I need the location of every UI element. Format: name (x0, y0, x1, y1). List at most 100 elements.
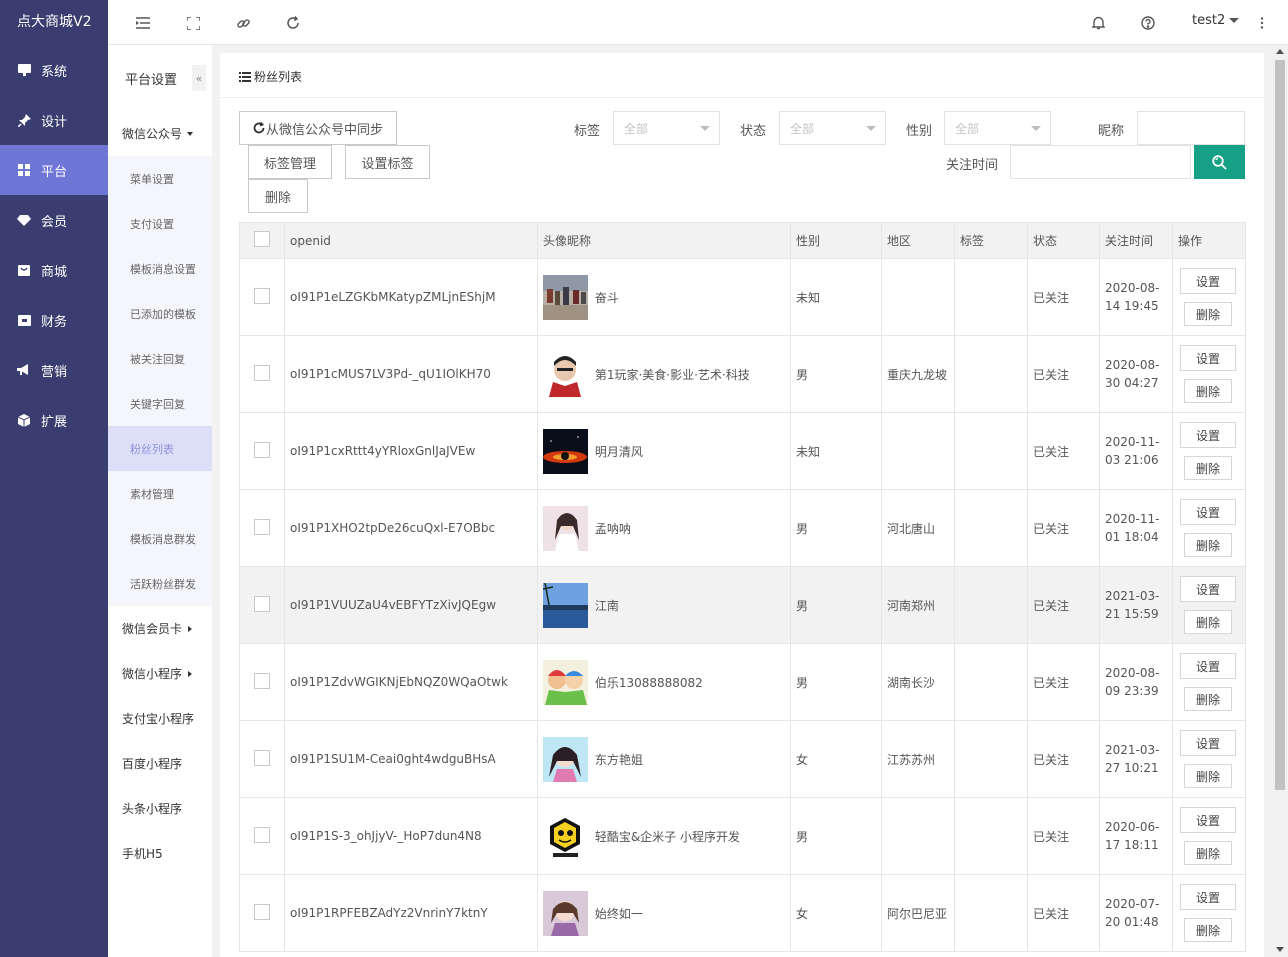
scrollbar-thumb[interactable] (1275, 60, 1285, 790)
fullscreen-icon[interactable] (184, 14, 202, 32)
group-wechat-mp[interactable]: 微信公众号 (108, 111, 212, 156)
row-checkbox[interactable] (254, 287, 270, 304)
row-delete-button[interactable]: 删除 (1184, 456, 1232, 480)
batch-delete-button[interactable]: 删除 (248, 179, 308, 213)
row-set-button[interactable]: 设置 (1180, 576, 1236, 602)
nav-item-shop[interactable]: 商城 (0, 245, 108, 295)
search-button[interactable] (1194, 145, 1245, 179)
row-set-button[interactable]: 设置 (1180, 807, 1236, 833)
set-tag-button[interactable]: 设置标签 (345, 145, 430, 179)
nav-item-extension[interactable]: 扩展 (0, 395, 108, 445)
group-alipay[interactable]: 支付宝小程序 (108, 696, 212, 741)
nickname: 轻酷宝&企米子 小程序开发 (594, 829, 741, 844)
menu-toggle-icon[interactable] (134, 14, 152, 32)
row-delete-button[interactable]: 删除 (1184, 918, 1232, 942)
group-baidu[interactable]: 百度小程序 (108, 741, 212, 786)
group-mini-program[interactable]: 微信小程序 (108, 651, 212, 696)
gender-filter-select[interactable]: 全部 (944, 111, 1051, 145)
row-set-button[interactable]: 设置 (1180, 422, 1236, 448)
row-set-button[interactable]: 设置 (1180, 884, 1236, 910)
sub-item-materials[interactable]: 素材管理 (108, 471, 212, 516)
sub-item-template-settings[interactable]: 模板消息设置 (108, 246, 212, 291)
avatar-nickname-cell: 奋斗 (537, 258, 791, 336)
scroll-down-arrow-icon[interactable] (1276, 947, 1284, 952)
nav-item-label: 设计 (41, 114, 68, 130)
sub-item-template-broadcast[interactable]: 模板消息群发 (108, 516, 212, 561)
tag-cell (954, 797, 1028, 875)
actions-cell: 设置 删除 (1172, 489, 1246, 567)
bell-icon[interactable] (1089, 14, 1107, 32)
gender-cell: 女 (790, 874, 882, 952)
sub-item-added-templates[interactable]: 已添加的模板 (108, 291, 212, 336)
col-follow-time: 关注时间 (1099, 222, 1173, 259)
row-set-button[interactable]: 设置 (1180, 499, 1236, 525)
caret-right-icon (188, 625, 193, 632)
row-checkbox[interactable] (254, 595, 270, 612)
nav-item-member[interactable]: 会员 (0, 195, 108, 245)
refresh-icon[interactable] (284, 14, 302, 32)
row-checkbox[interactable] (254, 441, 270, 458)
gender-cell: 男 (790, 335, 882, 413)
avatar (543, 582, 588, 628)
row-delete-button[interactable]: 删除 (1184, 687, 1232, 711)
status-cell: 已关注 (1027, 489, 1100, 567)
row-checkbox[interactable] (254, 364, 270, 381)
main-sidebar: 点大商城V2 系统 设计 平台 会员 商城 财务 营销 扩展 (0, 0, 108, 957)
follow-time-filter-label: 关注时间 (946, 158, 999, 173)
collapse-icon[interactable]: « (192, 65, 206, 91)
col-avatar-nickname: 头像昵称 (537, 222, 791, 259)
row-set-button[interactable]: 设置 (1180, 345, 1236, 371)
group-toutiao[interactable]: 头条小程序 (108, 786, 212, 831)
table-row: oI91P1cMUS7LV3Pd-_qU1IOlKH70 第1玩家·美食·影业·… (239, 335, 1246, 413)
group-member-card[interactable]: 微信会员卡 (108, 606, 212, 651)
row-checkbox[interactable] (254, 903, 270, 920)
gender-cell: 女 (790, 720, 882, 798)
more-icon[interactable] (1253, 14, 1271, 32)
fans-table: openid 头像昵称 性别 地区 标签 状态 关注时间 操作 oI91P1eL… (239, 222, 1246, 952)
row-set-button[interactable]: 设置 (1180, 653, 1236, 679)
row-delete-button[interactable]: 删除 (1184, 379, 1232, 403)
nav-item-label: 商城 (41, 264, 68, 280)
table-row: oI91P1cxRttt4yYRloxGnlJaJVEw 明月清风 未知 已关注… (239, 412, 1246, 490)
nav-item-design[interactable]: 设计 (0, 95, 108, 145)
group-h5[interactable]: 手机H5 (108, 831, 212, 876)
link-icon[interactable] (234, 14, 252, 32)
gender-cell: 未知 (790, 412, 882, 490)
sub-item-follow-reply[interactable]: 被关注回复 (108, 336, 212, 381)
nickname-input[interactable] (1137, 111, 1245, 145)
row-delete-button[interactable]: 删除 (1184, 610, 1232, 634)
page-scrollbar[interactable] (1272, 45, 1288, 957)
nav-item-finance[interactable]: 财务 (0, 295, 108, 345)
row-checkbox[interactable] (254, 518, 270, 535)
row-delete-button[interactable]: 删除 (1184, 302, 1232, 326)
row-set-button[interactable]: 设置 (1180, 730, 1236, 756)
follow-time-input[interactable] (1010, 145, 1191, 179)
sub-item-fans-list[interactable]: 粉丝列表 (108, 426, 212, 471)
row-delete-button[interactable]: 删除 (1184, 764, 1232, 788)
sub-item-menu[interactable]: 菜单设置 (108, 156, 212, 201)
help-icon[interactable] (1139, 14, 1157, 32)
row-delete-button[interactable]: 删除 (1184, 841, 1232, 865)
tag-filter-select[interactable]: 全部 (613, 111, 720, 145)
sub-item-payment[interactable]: 支付设置 (108, 201, 212, 246)
nav-item-system[interactable]: 系统 (0, 45, 108, 95)
sync-from-wechat-button[interactable]: 从微信公众号中同步 (239, 111, 397, 145)
status-filter-select[interactable]: 全部 (779, 111, 886, 145)
scroll-up-arrow-icon[interactable] (1276, 49, 1284, 54)
sub-item-active-fans-broadcast[interactable]: 活跃粉丝群发 (108, 561, 212, 606)
sub-item-keyword-reply[interactable]: 关键字回复 (108, 381, 212, 426)
row-checkbox[interactable] (254, 826, 270, 843)
select-all-checkbox[interactable] (254, 231, 270, 247)
nav-item-marketing[interactable]: 营销 (0, 345, 108, 395)
user-menu[interactable]: test2 (1192, 13, 1240, 28)
brand-logo[interactable]: 点大商城V2 (0, 0, 108, 45)
row-delete-button[interactable]: 删除 (1184, 533, 1232, 557)
tag-manage-button[interactable]: 标签管理 (248, 145, 332, 179)
row-checkbox[interactable] (254, 749, 270, 766)
row-checkbox[interactable] (254, 672, 270, 689)
nav-item-platform[interactable]: 平台 (0, 145, 108, 195)
actions-cell: 设置 删除 (1172, 566, 1246, 644)
region-cell: 河南郑州 (881, 566, 955, 644)
row-set-button[interactable]: 设置 (1180, 268, 1236, 294)
gender-cell: 男 (790, 566, 882, 644)
